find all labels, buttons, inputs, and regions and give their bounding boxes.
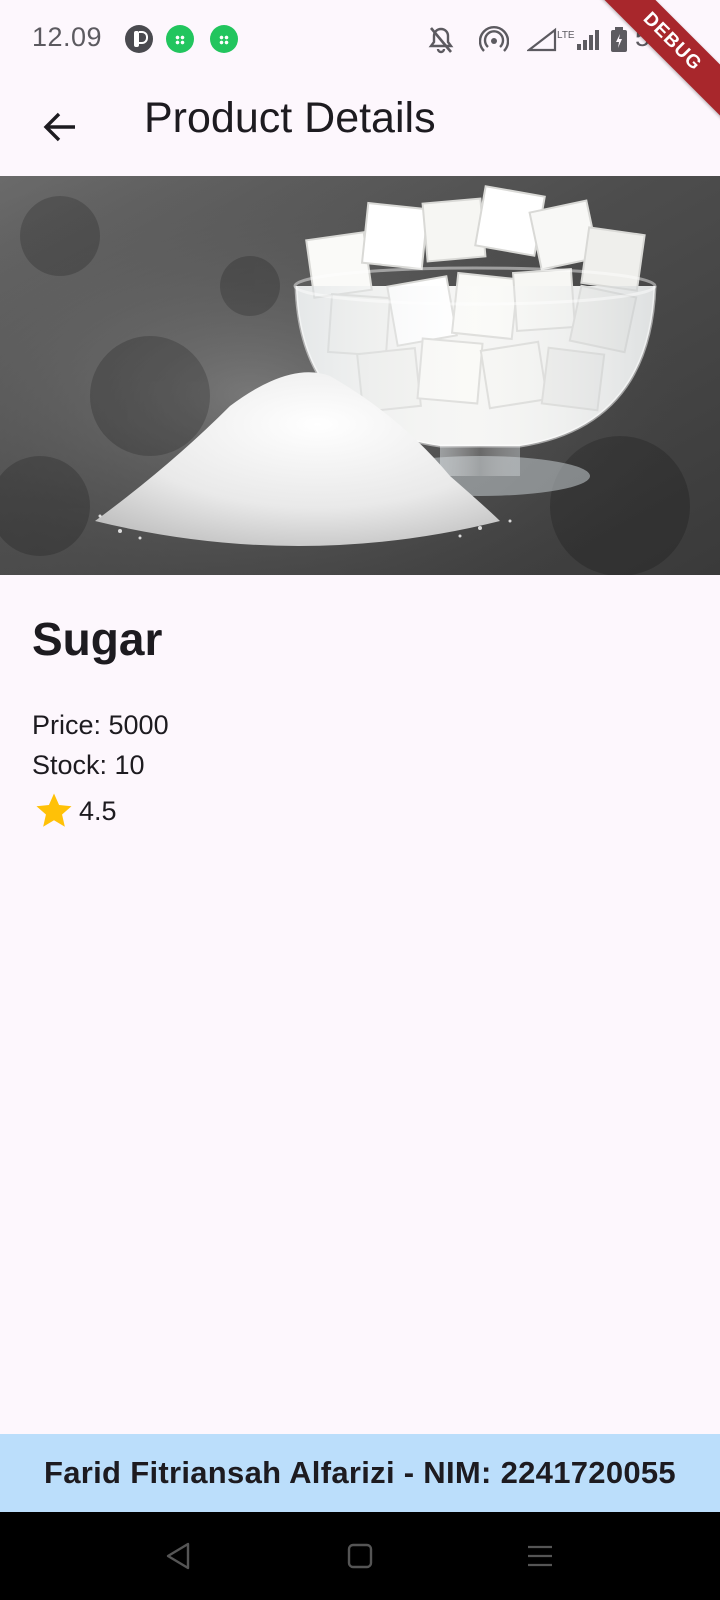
recents-menu-icon [528,1545,552,1567]
status-time: 12.09 [32,22,103,52]
product-image [0,176,720,575]
footer-bar: Farid Fitriansah Alfarizi - NIM: 2241720… [0,1434,720,1512]
back-button[interactable] [32,99,88,155]
svg-text:LTE: LTE [557,30,575,41]
bell-off-icon [428,27,454,54]
product-name: Sugar [32,613,163,665]
star-icon [36,793,72,827]
app-notification-icon [125,25,153,53]
nav-recents-button[interactable] [524,1540,556,1572]
home-square-icon [347,1543,373,1569]
nav-back-button[interactable] [162,1540,194,1572]
product-stock: Stock: 10 [32,750,145,780]
app-notification-icon [210,25,238,53]
page-title: Product Details [144,94,436,142]
sugar-photo [0,176,720,575]
arrow-left-icon [43,112,75,142]
product-price: Price: 5000 [32,710,169,740]
system-nav-bar [0,1512,720,1600]
battery-icon [611,27,627,52]
product-rating: 4.5 [33,790,117,832]
status-bar: 12.09 LTE 5 % [0,0,720,80]
hotspot-icon [479,26,509,52]
rating-value: 4.5 [79,795,117,826]
footer-author: Farid Fitriansah Alfarizi - NIM: 2241720… [44,1455,676,1490]
nav-home-button[interactable] [344,1540,376,1572]
app-bar: Product Details [0,80,720,176]
back-triangle-icon [166,1542,190,1570]
signal-lte-icon: LTE [527,27,599,52]
app-notification-icon [166,25,194,53]
